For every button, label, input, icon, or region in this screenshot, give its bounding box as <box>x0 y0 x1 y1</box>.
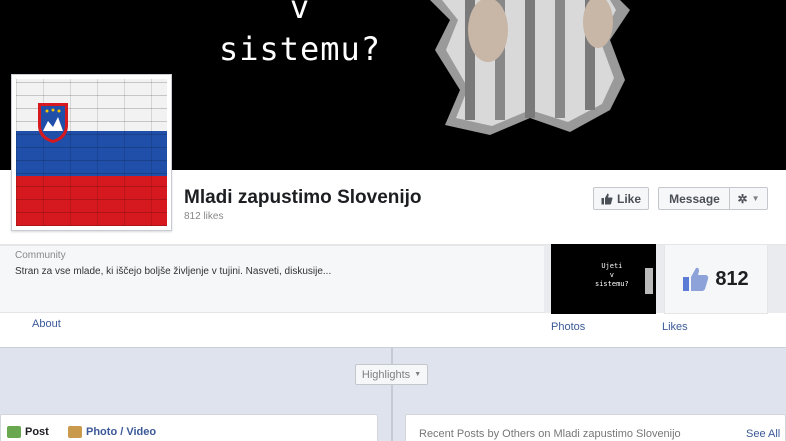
page-title[interactable]: Mladi zapustimo Slovenijo <box>184 187 422 209</box>
likes-link[interactable]: Likes <box>662 321 688 333</box>
chevron-down-icon: ▼ <box>751 194 760 203</box>
recent-posts-title: Recent Posts by Others on Mladi zapustim… <box>419 428 681 440</box>
like-button[interactable]: Like <box>593 187 649 210</box>
see-all-link[interactable]: See All <box>746 428 780 440</box>
cover-text: v sistemu? <box>218 0 382 68</box>
page-description: Stran za vse mlade, ki iščejo boljše živ… <box>15 266 332 277</box>
post-composer <box>0 414 378 441</box>
likes-box[interactable]: 812 <box>664 244 768 314</box>
thumbs-up-icon <box>683 267 709 291</box>
profile-picture[interactable] <box>11 74 172 231</box>
post-tab[interactable]: Post <box>7 426 49 438</box>
photo-video-tab[interactable]: Photo / Video <box>68 426 156 438</box>
prison-bars-illustration <box>430 0 630 135</box>
about-section <box>0 245 544 313</box>
highlights-dropdown[interactable]: Highlights ▼ <box>355 364 428 385</box>
slovenian-flag-image <box>16 79 167 226</box>
chevron-down-icon: ▼ <box>414 371 422 378</box>
coat-of-arms-icon <box>38 103 68 143</box>
photo-icon <box>68 426 82 438</box>
page-options-button[interactable]: ✲ ▼ <box>729 187 768 210</box>
timeline-spine <box>391 347 393 441</box>
likes-count: 812 <box>715 267 749 290</box>
thumbs-up-icon <box>601 193 613 204</box>
page-likes-count: 812 likes <box>184 211 224 222</box>
post-icon <box>7 426 21 438</box>
photos-link[interactable]: Photos <box>551 321 585 333</box>
page-category: Community <box>15 250 66 261</box>
about-link[interactable]: About <box>32 318 61 330</box>
photos-thumbnail[interactable]: Ujeti v sistemu? <box>551 244 656 314</box>
message-button[interactable]: Message <box>658 187 730 210</box>
gear-icon: ✲ <box>737 191 748 206</box>
thumbnail-text: Ujeti v sistemu? <box>595 262 629 288</box>
